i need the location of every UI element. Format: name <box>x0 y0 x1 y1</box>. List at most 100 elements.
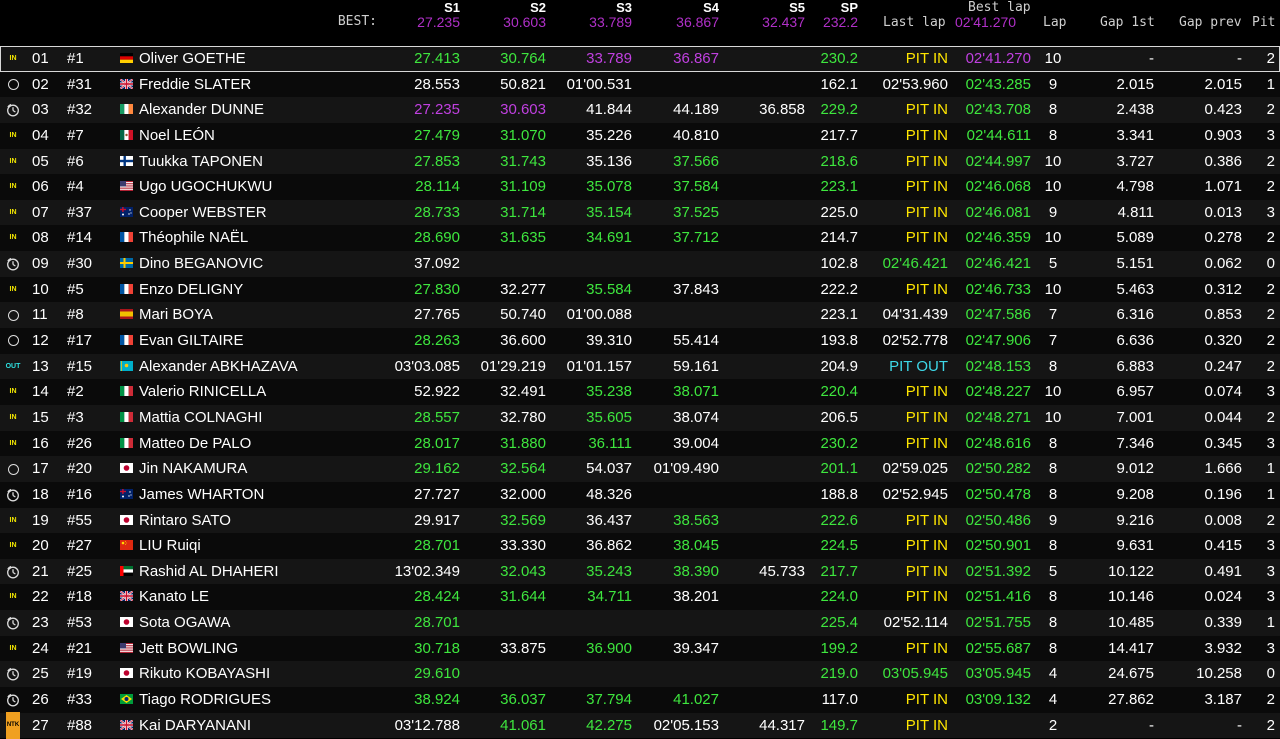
driver-name: Jett BOWLING <box>139 639 239 657</box>
car-number: #7 <box>67 126 84 144</box>
flag-jp-icon <box>120 514 133 525</box>
sector-3-time: 35.243 <box>586 562 632 580</box>
last-lap: PIT IN <box>905 101 948 119</box>
speed-trap: 102.8 <box>820 255 858 273</box>
pit-status-text: IN <box>9 542 17 550</box>
sector-4-time: 02'05.153 <box>653 716 719 734</box>
sector-4-time: 39.347 <box>673 639 719 657</box>
table-row[interactable]: IN 19 #55 Rintaro SATO 29.917 32.569 36.437 38.… <box>0 507 1280 534</box>
table-row[interactable]: 18 #16 James WHARTON 27.727 32.000 48.326 188.… <box>0 481 1280 508</box>
col-last-lap-header[interactable]: Last lap <box>883 15 946 30</box>
speed-trap: 219.0 <box>820 665 858 683</box>
pit-stops: 3 <box>1266 537 1275 555</box>
table-row[interactable]: 09 #30 Dino BEGANOVIC 37.092 102.8 02'46.421 0… <box>0 251 1280 277</box>
sector-1-time: 27.413 <box>414 50 460 67</box>
table-row[interactable]: 21 #25 Rashid AL DHAHERI 13'02.349 32.043 35.… <box>0 558 1280 585</box>
speed-trap: 222.6 <box>820 511 858 529</box>
best-s2: 30.603 <box>503 14 546 30</box>
sector-3-time: 54.037 <box>586 460 632 478</box>
car-number: #3 <box>67 408 84 426</box>
table-row[interactable]: 11 #8 Mari BOYA 27.765 50.740 01'00.088 223.1 0… <box>0 302 1280 329</box>
table-row[interactable]: IN 15 #3 Mattia COLNAGHI 28.557 32.780 35.605 3… <box>0 404 1280 431</box>
table-row[interactable]: IN 06 #4 Ugo UGOCHUKWU 28.114 31.109 35.078 37.… <box>0 174 1280 200</box>
col-pit-header[interactable]: Pit <box>1252 15 1275 30</box>
position: 22 <box>32 588 49 606</box>
table-row[interactable]: 12 #17 Evan GILTAIRE 28.263 36.600 39.310 55.4… <box>0 328 1280 354</box>
pit-status-text: IN <box>9 413 17 421</box>
sector-3-time: 48.326 <box>586 485 632 503</box>
table-row[interactable]: 02 #31 Freddie SLATER 28.553 50.821 01'00.531… <box>0 71 1280 98</box>
car-number: #53 <box>67 614 93 632</box>
table-row[interactable]: 17 #20 Jin NAKAMURA 29.162 32.564 54.037 01'09… <box>0 456 1280 482</box>
speed-trap: 149.7 <box>820 716 858 734</box>
flag-de-icon <box>120 53 133 63</box>
col-s5-header[interactable]: S5 <box>789 0 805 15</box>
col-best-lap-header[interactable]: Best lap <box>968 0 1031 15</box>
table-row[interactable]: IN 22 #18 Kanato LE 28.424 31.644 34.711 38.201… <box>0 584 1280 611</box>
car-number: #32 <box>67 101 93 119</box>
pit-status-text: IN <box>9 131 17 139</box>
gap-to-first: 9.631 <box>1116 537 1154 555</box>
table-row[interactable]: 23 #53 Sota OGAWA 28.701 225.4 02'52.114 02'51… <box>0 610 1280 636</box>
col-sp-header[interactable]: SP <box>841 0 858 15</box>
on-track-circle-icon <box>4 456 22 482</box>
table-row[interactable]: IN 05 #6 Tuukka TAPONEN 27.853 31.743 35.136 37… <box>0 148 1280 175</box>
gap-to-previous: 0.247 <box>1204 357 1242 375</box>
lap-count: 8 <box>1048 460 1058 478</box>
table-row[interactable]: NTK 27 #88 Kai DARYANANI 03'12.788 41.061 42.2… <box>0 711 1280 739</box>
col-s2-header[interactable]: S2 <box>530 0 546 15</box>
table-row[interactable]: IN 14 #2 Valerio RINICELLA 52.922 32.491 35.23… <box>0 379 1280 405</box>
last-lap: PIT IN <box>905 639 948 657</box>
gap-to-previous: 0.196 <box>1204 485 1242 503</box>
on-track-circle-icon <box>4 302 22 328</box>
sector-1-time: 37.092 <box>414 255 460 273</box>
table-row[interactable]: IN 16 #26 Matteo De PALO 28.017 31.880 36.111 3… <box>0 430 1280 457</box>
flag-jp-icon <box>120 463 133 474</box>
pit-status-badge: IN <box>4 200 22 226</box>
col-gap-1st-header[interactable]: Gap 1st <box>1100 15 1155 30</box>
sector-3-time: 35.078 <box>586 178 632 196</box>
table-row[interactable]: IN 20 #27 LIU Ruiqi 28.701 33.330 36.862 38.045… <box>0 533 1280 559</box>
pit-stops: 2 <box>1266 229 1275 247</box>
position: 04 <box>32 126 49 144</box>
best-lap: 02'48.616 <box>965 434 1031 452</box>
driver-name: Mari BOYA <box>139 306 213 324</box>
table-row[interactable]: IN 24 #21 Jett BOWLING 30.718 33.875 36.900 39.… <box>0 635 1280 662</box>
gap-to-first: 6.957 <box>1116 383 1154 401</box>
last-lap: PIT IN <box>905 280 948 298</box>
col-s1-header[interactable]: S1 <box>444 0 460 15</box>
sector-1-time: 28.733 <box>414 203 460 221</box>
col-lap-header[interactable]: Lap <box>1043 15 1066 30</box>
pit-stops: 3 <box>1266 383 1275 401</box>
col-s4-header[interactable]: S4 <box>703 0 719 15</box>
table-row[interactable]: IN 04 #7 Noel LEÓN 27.479 31.070 35.226 40.810 2… <box>0 122 1280 149</box>
gap-to-previous: 0.415 <box>1204 537 1242 555</box>
sector-2-time: 31.070 <box>500 126 546 144</box>
sector-3-time: 01'01.157 <box>566 357 632 375</box>
pit-status-badge: IN <box>4 431 22 457</box>
best-lap: 02'50.486 <box>965 511 1031 529</box>
sector-2-time: 41.061 <box>500 716 546 734</box>
sector-4-time: 38.201 <box>673 588 719 606</box>
table-row[interactable]: OUT 13 #15 Alexander ABKHAZAVA 03'03.085 01'2… <box>0 353 1280 380</box>
col-gap-prev-header[interactable]: Gap prev <box>1179 15 1242 30</box>
sector-5-time: 36.858 <box>759 101 805 119</box>
table-row[interactable]: IN 01 #1 Oliver GOETHE 27.413 30.764 33.789 36.… <box>0 46 1280 72</box>
last-lap: PIT OUT <box>889 357 948 375</box>
pit-stops: 0 <box>1266 665 1275 683</box>
last-lap: PIT IN <box>905 178 948 196</box>
sector-3-time: 36.862 <box>586 537 632 555</box>
table-row[interactable]: IN 08 #14 Théophile NAËL 28.690 31.635 34.691 3… <box>0 225 1280 252</box>
last-lap: 03'05.945 <box>882 665 948 683</box>
car-number: #25 <box>67 562 93 580</box>
table-row[interactable]: IN 07 #37 Cooper WEBSTER 28.733 31.714 35.154 3… <box>0 199 1280 226</box>
table-row[interactable]: 03 #32 Alexander DUNNE 27.235 30.603 41.844 44… <box>0 97 1280 123</box>
driver-name: Rikuto KOBAYASHI <box>139 665 271 683</box>
table-row[interactable]: IN 10 #5 Enzo DELIGNY 27.830 32.277 35.584 37.8… <box>0 276 1280 303</box>
col-s3-header[interactable]: S3 <box>616 0 632 15</box>
table-row[interactable]: 26 #33 Tiago RODRIGUES 38.924 36.037 37.794 41… <box>0 687 1280 713</box>
driver-name: Mattia COLNAGHI <box>139 408 263 426</box>
table-row[interactable]: 25 #19 Rikuto KOBAYASHI 29.610 219.0 03'05.94… <box>0 661 1280 688</box>
sector-2-time: 32.569 <box>500 511 546 529</box>
gap-to-previous: 0.491 <box>1204 562 1242 580</box>
